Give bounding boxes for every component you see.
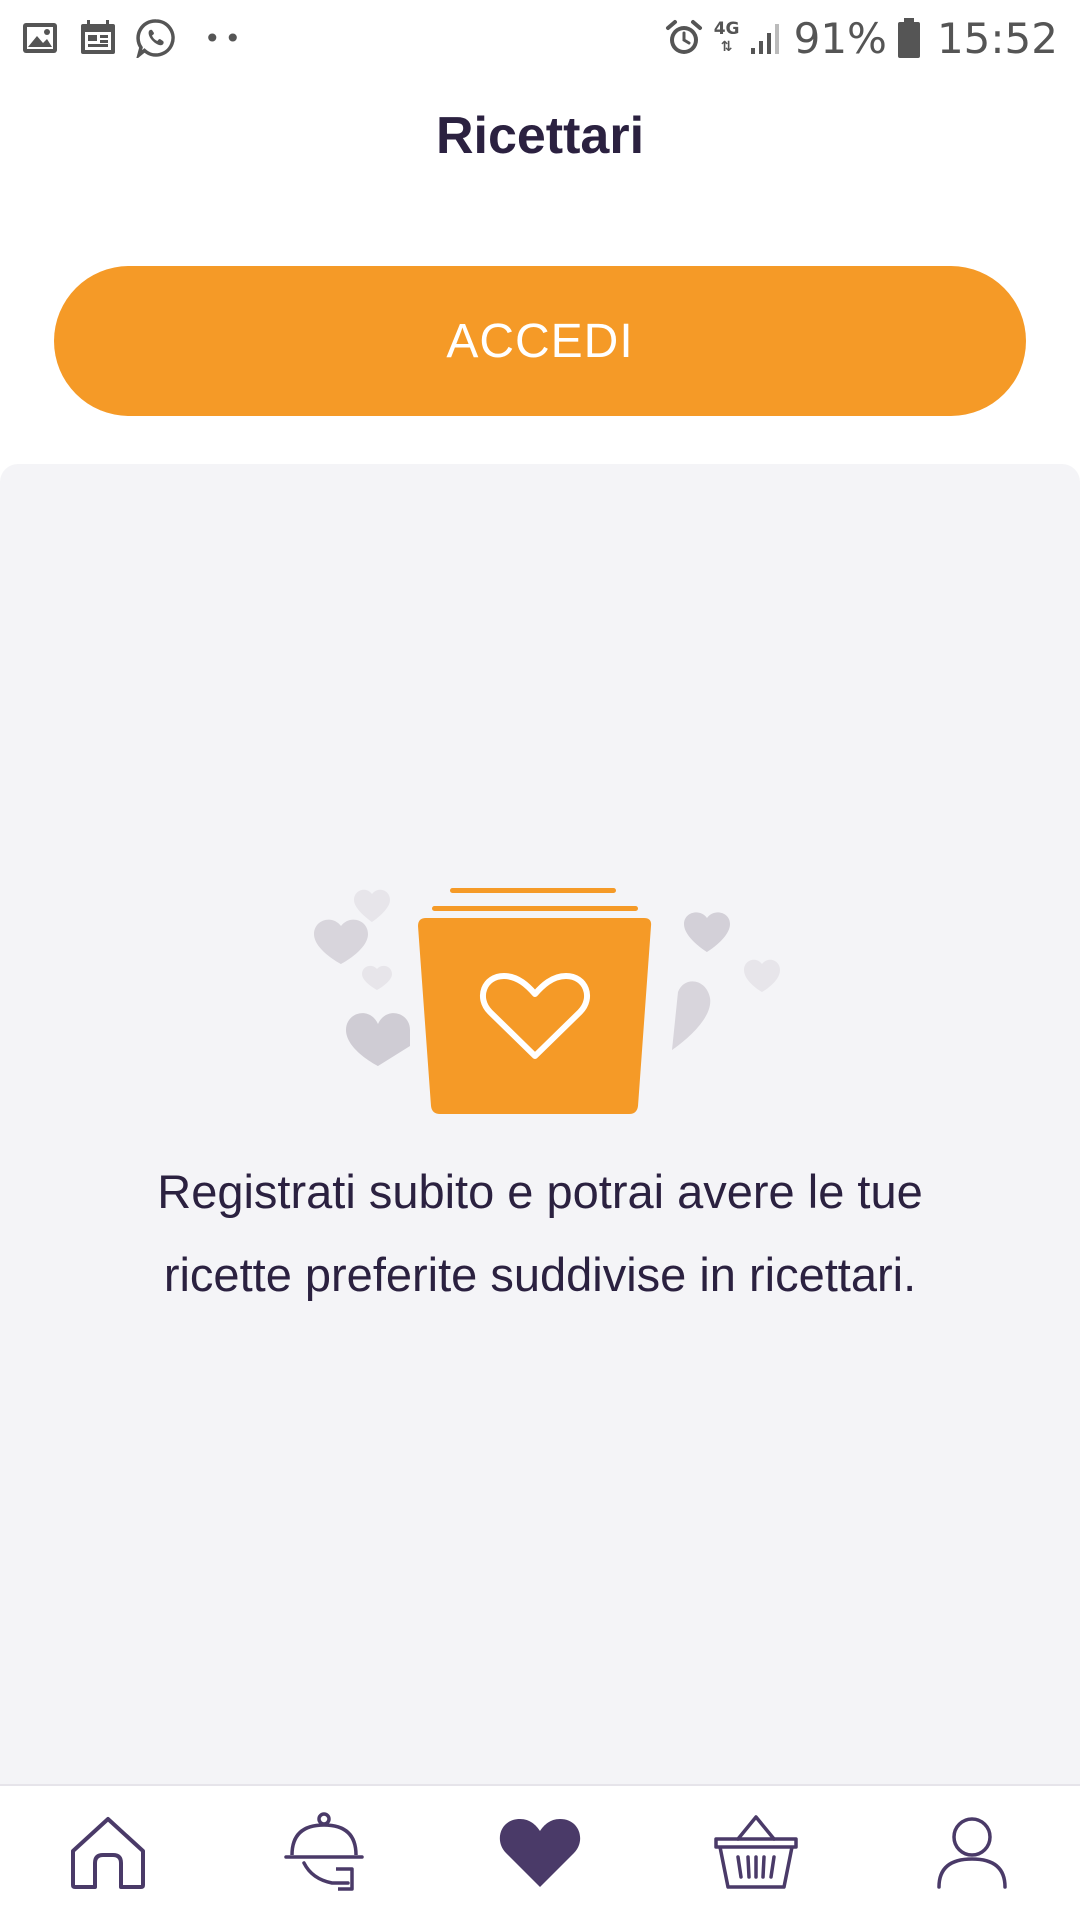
gallery-icon <box>23 23 57 53</box>
heart-shape <box>672 981 711 1050</box>
empty-state-panel <box>0 464 1080 1784</box>
empty-state-message: Registrati subito e potrai avere le tue … <box>157 1165 923 1301</box>
folder-page-line <box>432 906 638 911</box>
calendar-icon <box>81 20 115 54</box>
basket-icon <box>714 1815 798 1889</box>
heart-shape <box>362 965 392 990</box>
nav-home[interactable] <box>48 1802 168 1902</box>
folder-page-line <box>450 888 616 893</box>
recipe-folder <box>418 918 652 1114</box>
nav-profile[interactable] <box>912 1802 1032 1902</box>
nav-shopping-list[interactable] <box>696 1802 816 1902</box>
network-4g-icon: 4G ⇅ <box>713 19 740 55</box>
cloche-icon <box>284 1812 364 1891</box>
heart-shape <box>354 889 390 922</box>
battery-percentage: 91% <box>793 13 887 63</box>
signal-icon <box>750 24 779 54</box>
status-time: 15:52 <box>936 13 1058 63</box>
bottom-navigation <box>0 1784 1080 1920</box>
nav-menu[interactable] <box>264 1802 384 1902</box>
page-title: Ricettari <box>435 107 645 165</box>
alarm-icon <box>665 20 702 54</box>
heart-icon <box>499 1819 581 1887</box>
recipe-folder-hearts-illustration <box>314 888 780 1114</box>
heart-shape <box>684 912 730 952</box>
heart-shape <box>314 919 368 964</box>
status-bar-system: 4G ⇅ 91% 15:52 <box>664 12 1058 64</box>
user-icon <box>937 1817 1007 1889</box>
login-button[interactable]: ACCEDI <box>54 266 1026 416</box>
heart-shape <box>346 1013 410 1066</box>
battery-icon <box>897 18 920 58</box>
nav-favorites[interactable] <box>480 1802 600 1902</box>
whatsapp-icon <box>136 19 175 58</box>
more-notifications-icon: •• <box>204 21 246 55</box>
home-icon <box>71 1817 145 1889</box>
status-bar-notifications: •• <box>20 14 245 62</box>
heart-shape <box>744 959 780 992</box>
status-bar: •• 4G ⇅ 91% 15:52 <box>0 0 1080 76</box>
